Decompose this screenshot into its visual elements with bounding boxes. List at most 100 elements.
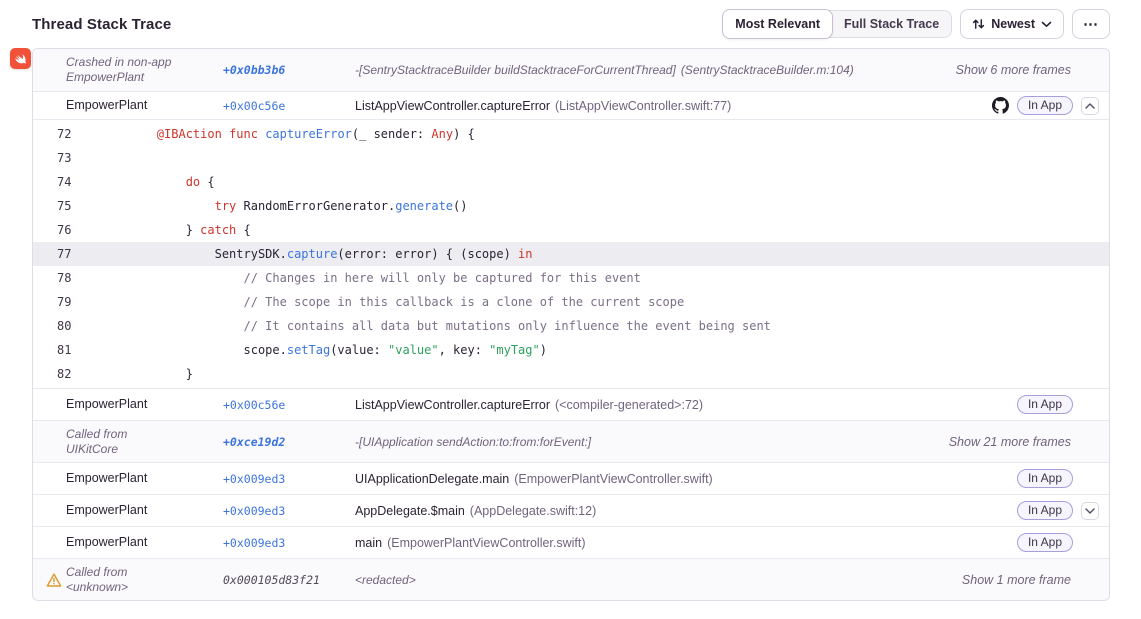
code-line: 79 // The scope in this callback is a cl… (33, 290, 1109, 314)
stack-frame-row[interactable]: EmpowerPlant+0x00c56eListAppViewControll… (33, 388, 1109, 420)
address-label: +0x00c56e (223, 398, 355, 412)
stack-frame-row[interactable]: EmpowerPlant+0x009ed3UIApplicationDelega… (33, 462, 1109, 494)
view-toggle: Most Relevant Full Stack Trace (722, 10, 952, 38)
filename-label[interactable]: (EmpowerPlantViewController.swift) (387, 536, 585, 550)
code-text: @IBAction func captureError(_ sender: An… (99, 127, 475, 141)
toggle-most-relevant[interactable]: Most Relevant (722, 9, 833, 39)
function-label: UIApplicationDelegate.main (355, 472, 509, 486)
code-text: // Changes in here will only be captured… (99, 271, 641, 285)
chevron-down-icon (1041, 21, 1052, 28)
code-text: } (99, 367, 193, 381)
collapsed-frames-row[interactable]: Called from<unknown>0x000105d83f21<redac… (33, 558, 1109, 600)
expander-slot (1081, 61, 1099, 79)
function-label: AppDelegate.$main (355, 504, 465, 518)
module-cell: Crashed in non-appEmpowerPlant (66, 55, 223, 85)
collapsed-frames-row[interactable]: Crashed in non-appEmpowerPlant+0x0bb3b6-… (33, 49, 1109, 91)
show-more-frames[interactable]: Show 21 more frames (949, 435, 1071, 449)
line-number: 81 (57, 338, 73, 362)
show-more-frames[interactable]: Show 1 more frame (962, 573, 1071, 587)
row-meta: Show 1 more frame (962, 571, 1099, 589)
module-label: EmpowerPlant (66, 535, 223, 550)
module-prefix-label: Crashed in non-app (66, 55, 223, 70)
swift-icon (10, 48, 31, 69)
collapse-frame-button[interactable] (1081, 97, 1099, 115)
more-options-button[interactable]: ⋯ (1072, 9, 1110, 39)
code-line: 72 @IBAction func captureError(_ sender:… (33, 122, 1109, 146)
module-label: EmpowerPlant (66, 503, 223, 518)
in-app-badge: In App (1017, 533, 1073, 552)
module-label: EmpowerPlant (66, 70, 223, 85)
function-cell: -[UIApplication sendAction:to:from:forEv… (355, 435, 949, 449)
in-app-badge: In App (1017, 96, 1073, 115)
filename-label[interactable]: (EmpowerPlantViewController.swift) (514, 472, 712, 486)
function-label: -[SentryStacktraceBuilder buildStacktrac… (355, 63, 676, 77)
chevron-up-icon (1085, 103, 1095, 109)
collapsed-frames-row[interactable]: Called fromUIKitCore+0xce19d2-[UIApplica… (33, 420, 1109, 462)
expander-slot (1081, 502, 1099, 520)
line-number: 80 (57, 314, 73, 338)
module-cell: EmpowerPlant (66, 471, 223, 486)
code-text: scope.setTag(value: "value", key: "myTag… (99, 343, 547, 357)
filename-label[interactable]: (ListAppViewController.swift:77) (555, 99, 731, 113)
module-prefix-label: Called from (66, 427, 223, 442)
code-line: 78 // Changes in here will only be captu… (33, 266, 1109, 290)
expander-slot (1081, 571, 1099, 589)
in-app-badge: In App (1017, 395, 1073, 414)
code-text: try RandomErrorGenerator.generate() (99, 199, 467, 213)
panel-header: Thread Stack Trace Most Relevant Full St… (32, 0, 1110, 48)
sort-button[interactable]: Newest (960, 9, 1064, 39)
expander-slot (1081, 396, 1099, 414)
line-number: 73 (57, 146, 73, 170)
stack-frame-row[interactable]: EmpowerPlant+0x009ed3main(EmpowerPlantVi… (33, 526, 1109, 558)
line-number: 79 (57, 290, 73, 314)
show-more-frames[interactable]: Show 6 more frames (956, 63, 1071, 77)
module-label: UIKitCore (66, 442, 223, 457)
code-text: SentrySDK.capture(error: error) { (scope… (99, 247, 533, 261)
stack-frame-row[interactable]: EmpowerPlant+0x009ed3AppDelegate.$main(A… (33, 494, 1109, 526)
line-number: 72 (57, 122, 73, 146)
stack-frame-row[interactable]: EmpowerPlant+0x00c56eListAppViewControll… (33, 91, 1109, 119)
expand-frame-button[interactable] (1081, 502, 1099, 520)
row-meta: Show 6 more frames (956, 61, 1099, 79)
code-line: 80 // It contains all data but mutations… (33, 314, 1109, 338)
function-cell: UIApplicationDelegate.main (EmpowerPlantV… (355, 472, 1017, 486)
expander-slot (1081, 433, 1099, 451)
row-meta: In App (1017, 533, 1099, 552)
address-label: +0x009ed3 (223, 472, 355, 486)
expander-slot (1081, 534, 1099, 552)
address-label: +0x0bb3b6 (223, 63, 355, 77)
function-label: ListAppViewController.captureError (355, 398, 550, 412)
filename-label[interactable]: (SentryStacktraceBuilder.m:104) (681, 63, 854, 77)
github-icon[interactable] (992, 97, 1009, 114)
module-cell: Called fromUIKitCore (66, 427, 223, 457)
sort-arrows-icon (972, 17, 985, 31)
function-cell: -[SentryStacktraceBuilder buildStacktrac… (355, 63, 956, 77)
address-label: +0x00c56e (223, 99, 355, 113)
code-line: 74 do { (33, 170, 1109, 194)
code-line: 75 try RandomErrorGenerator.generate() (33, 194, 1109, 218)
row-meta: In App (992, 96, 1099, 115)
chevron-down-icon (1085, 508, 1095, 514)
code-line: 76 } catch { (33, 218, 1109, 242)
module-cell: EmpowerPlant (66, 535, 223, 550)
expander-slot (1081, 97, 1099, 115)
address-label: +0xce19d2 (223, 435, 355, 449)
code-line: 82 } (33, 362, 1109, 386)
module-cell: EmpowerPlant (66, 98, 223, 113)
function-label: ListAppViewController.captureError (355, 99, 550, 113)
module-prefix-label: Called from (66, 565, 223, 580)
warning-icon (46, 572, 62, 587)
code-line: 77 SentrySDK.capture(error: error) { (sc… (33, 242, 1109, 266)
line-number: 78 (57, 266, 73, 290)
filename-label[interactable]: (<compiler-generated>:72) (555, 398, 703, 412)
module-cell: Called from<unknown> (66, 565, 223, 595)
row-meta: Show 21 more frames (949, 433, 1099, 451)
function-label: -[UIApplication sendAction:to:from:forEv… (355, 435, 591, 449)
toggle-full-stack-trace[interactable]: Full Stack Trace (832, 10, 951, 38)
function-cell: ListAppViewController.captureError (ListA… (355, 99, 992, 113)
module-cell: EmpowerPlant (66, 397, 223, 412)
filename-label[interactable]: (AppDelegate.swift:12) (470, 504, 596, 518)
function-cell: main(EmpowerPlantViewController.swift) (355, 536, 1017, 550)
row-meta: In App (1017, 469, 1099, 488)
line-number: 75 (57, 194, 73, 218)
